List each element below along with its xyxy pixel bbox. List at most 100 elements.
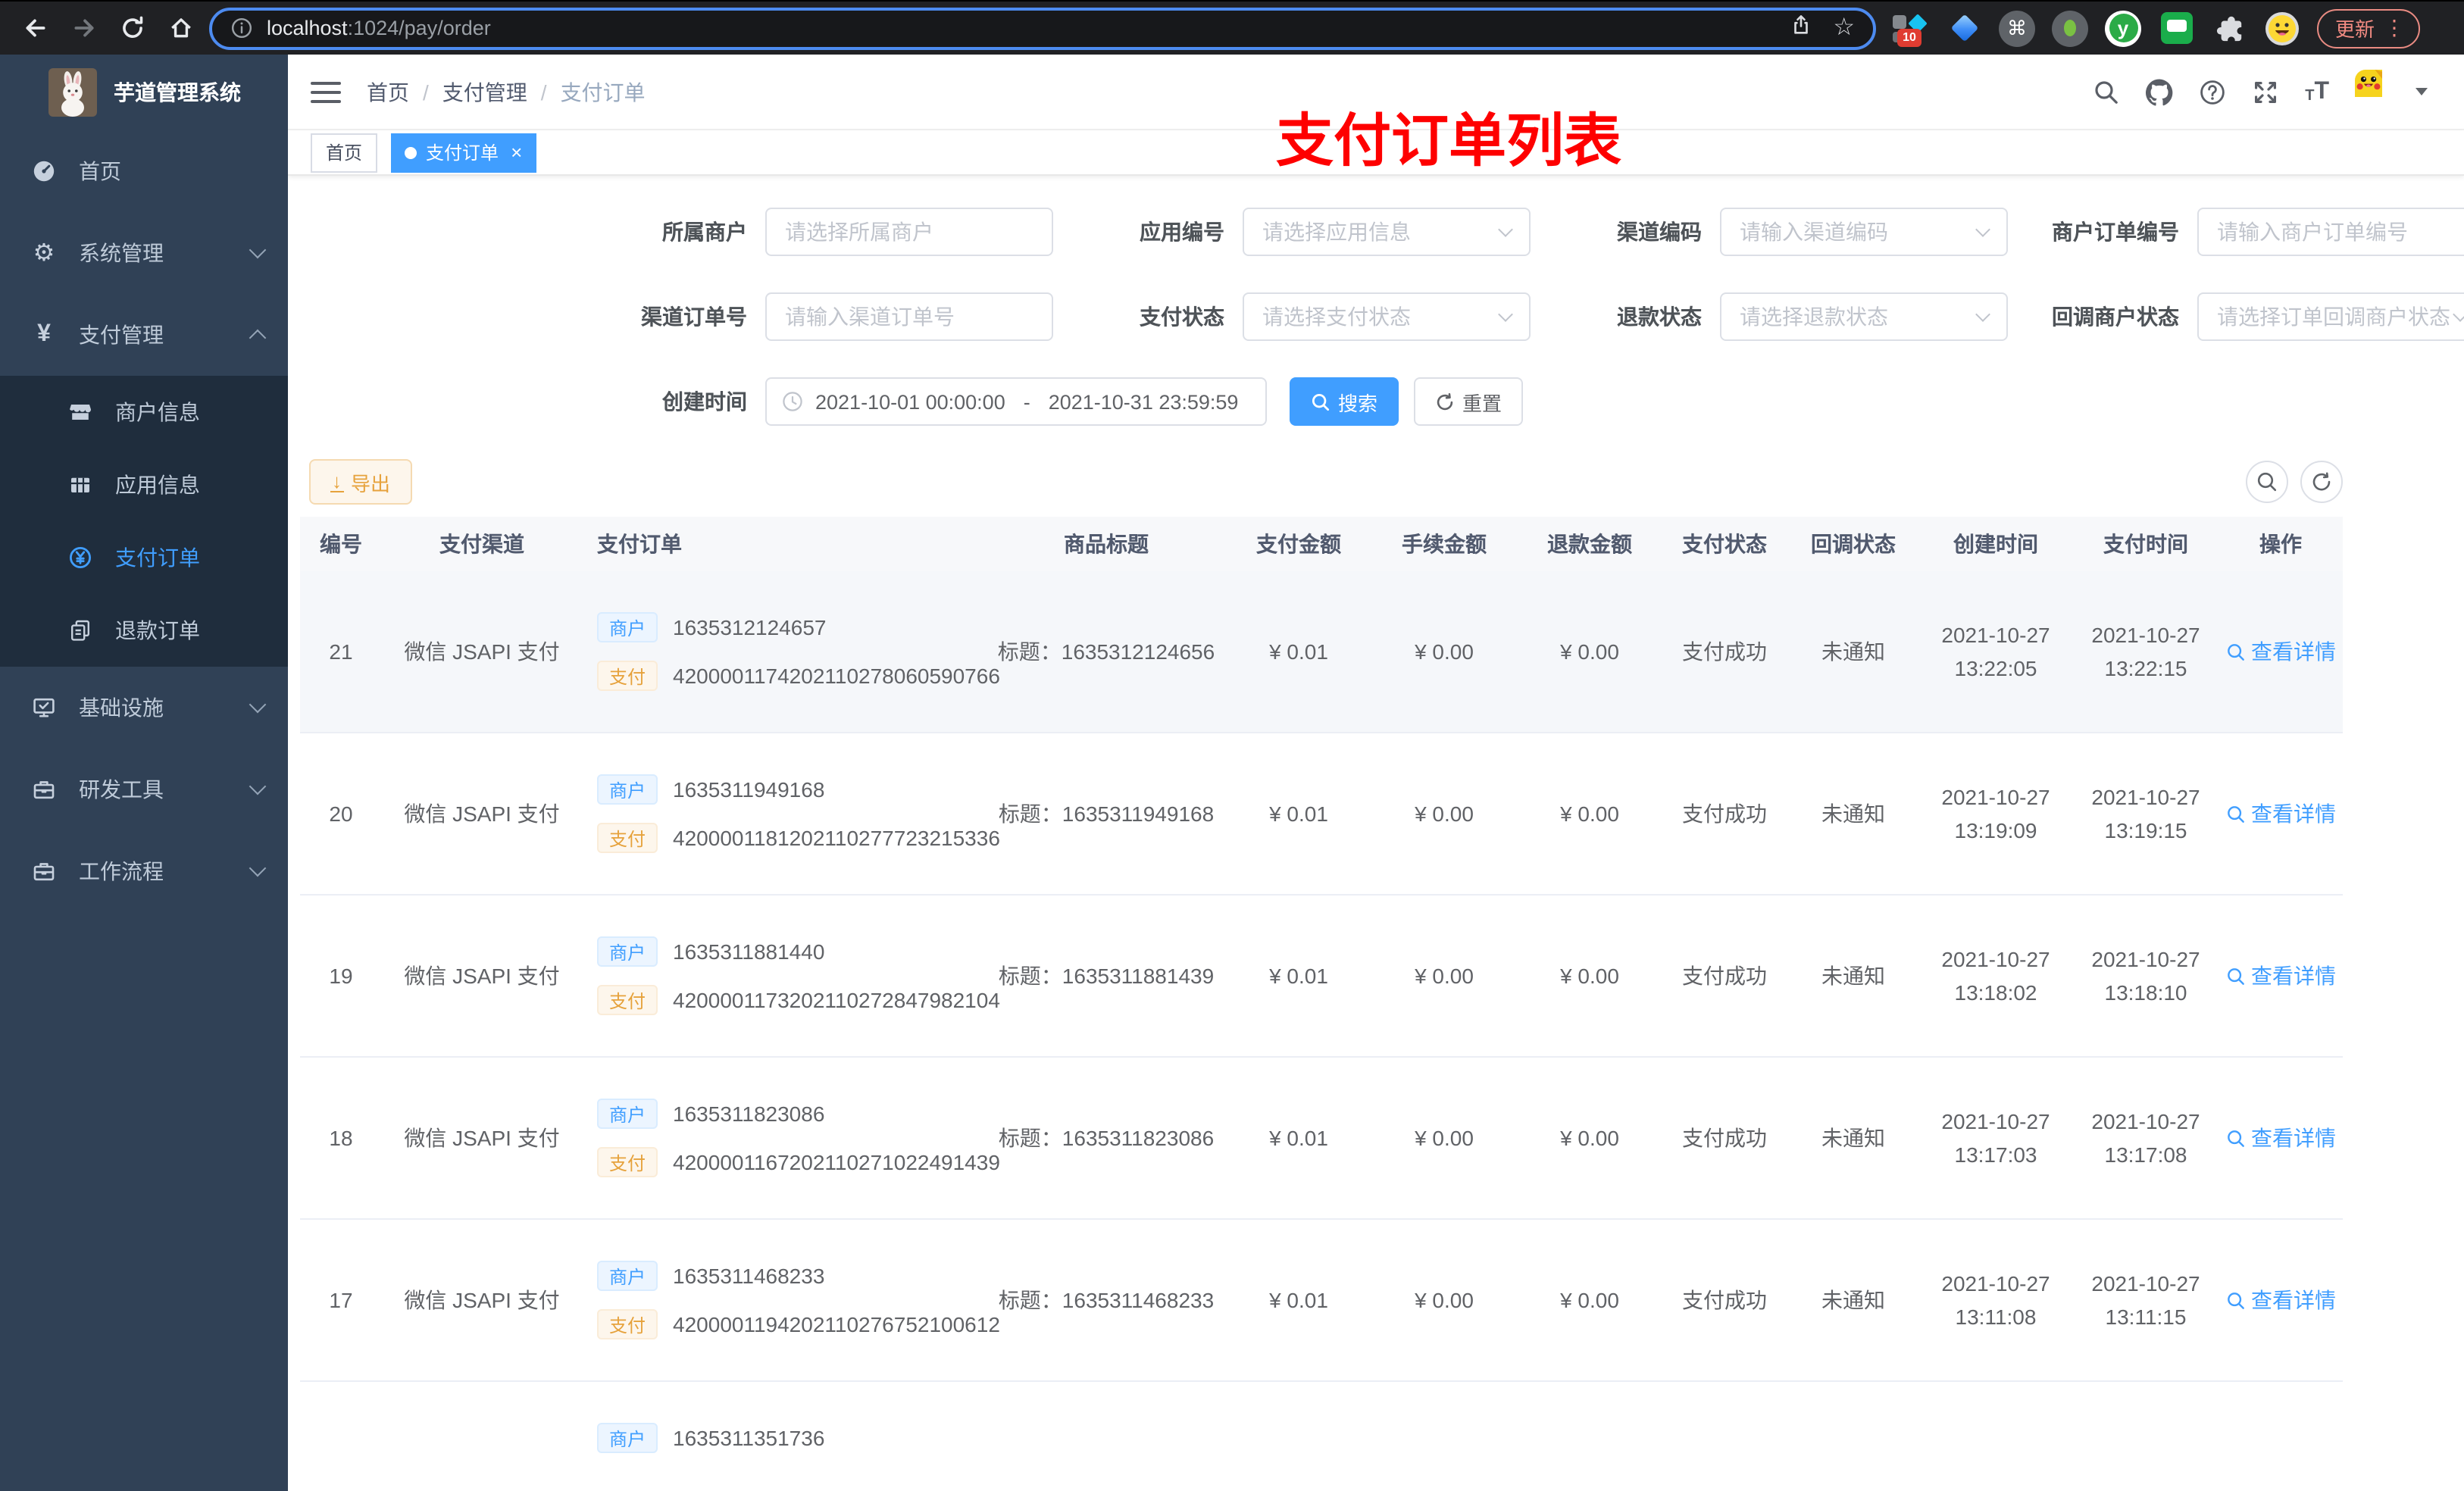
app-no-filter-label: 应用编号 (1140, 220, 1224, 244)
callback-status-select[interactable]: 请选择订单回调商户状态 (2197, 292, 2464, 341)
table-row[interactable]: 21 微信 JSAPI 支付 商户 1635312124657 支付 4200001… (300, 571, 2343, 733)
share-icon[interactable] (1789, 13, 1812, 43)
back-icon[interactable] (15, 8, 55, 48)
filter-form: 所属商户 应用编号 请选择应用信息 渠道编码 请输入渠道编码 商户订单编号 (300, 208, 2464, 426)
y-extension-icon[interactable]: y (2103, 8, 2143, 48)
close-tab-icon[interactable]: × (511, 141, 522, 164)
breadcrumb-pay[interactable]: 支付管理 (442, 77, 527, 107)
app-no-select[interactable]: 请选择应用信息 (1243, 208, 1531, 256)
view-detail-link[interactable]: 查看详情 (2225, 1123, 2336, 1153)
fullscreen-icon[interactable] (2252, 78, 2279, 105)
channel-order-no-input[interactable] (765, 292, 1053, 341)
sidebar-menu: 首页 ⚙ 系统管理 ¥ 支付管理 商户信息 应用信息 支付订单 退款订单 基础设… (0, 130, 288, 912)
create-time-range-picker[interactable]: 2021-10-01 00:00:00 - 2021-10-31 23:59:5… (765, 377, 1267, 426)
reload-icon[interactable] (112, 8, 152, 48)
table-row[interactable]: 20 微信 JSAPI 支付 商户 1635311949168 支付 4200001… (300, 733, 2343, 896)
chevron-down-icon (1498, 307, 1513, 322)
yen-circle-icon (67, 545, 94, 570)
view-detail-link[interactable]: 查看详情 (2225, 1285, 2336, 1315)
profile-avatar-icon[interactable] (2262, 8, 2302, 48)
extensions-area: 10 ⌘ y (1885, 8, 2308, 48)
sidebar-item-refund-order[interactable]: 退款订单 (0, 594, 288, 667)
yen-icon: ¥ (37, 321, 51, 347)
magnifier-icon (2227, 805, 2244, 822)
magnifier-icon (2227, 1292, 2244, 1308)
sidebar-item-infrastructure[interactable]: 基础设施 (0, 667, 288, 749)
app-title: 芋道管理系统 (114, 80, 241, 105)
merchant-filter-input[interactable] (765, 208, 1053, 256)
browser-menu-icon[interactable]: ⋮ (2384, 15, 2405, 41)
site-info-icon[interactable] (230, 17, 253, 39)
script-extension-icon[interactable]: 10 (1891, 8, 1931, 48)
command-extension-icon[interactable]: ⌘ (1997, 8, 2037, 48)
view-detail-link[interactable]: 查看详情 (2225, 961, 2336, 991)
dashboard-icon (30, 159, 58, 183)
reset-button[interactable]: 重置 (1414, 377, 1524, 426)
search-button[interactable]: 搜索 (1290, 377, 1399, 426)
address-bar[interactable]: localhost:1024/pay/order ☆ (209, 7, 1876, 49)
sidebar-item-pay[interactable]: ¥ 支付管理 (0, 294, 288, 376)
refund-status-select[interactable]: 请选择退款状态 (1720, 292, 2008, 341)
list-toolbar: ↓ 导出 (300, 459, 2343, 505)
refresh-table-icon[interactable] (2300, 461, 2343, 503)
sidebar-collapse-icon[interactable] (311, 81, 341, 102)
gem-extension-icon[interactable] (1944, 8, 1984, 48)
view-detail-link[interactable]: 查看详情 (2225, 636, 2336, 667)
search-icon[interactable] (2093, 78, 2120, 105)
download-icon: ↓ (330, 469, 343, 492)
sidebar-item-app-info[interactable]: 应用信息 (0, 449, 288, 521)
chevron-down-icon (249, 241, 267, 259)
channel-code-filter-label: 渠道编码 (1617, 220, 1702, 244)
sidebar: 芋道管理系统 首页 ⚙ 系统管理 ¥ 支付管理 商户信息 应用信息 支付订单 退… (0, 55, 288, 1491)
monitor-icon (30, 695, 58, 720)
extensions-puzzle-icon[interactable] (2209, 8, 2249, 48)
help-icon[interactable] (2199, 78, 2226, 105)
pay-status-select[interactable]: 请选择支付状态 (1243, 292, 1531, 341)
merchant-order-no-input[interactable] (2197, 208, 2464, 256)
avatar-caret-icon[interactable] (2416, 88, 2428, 95)
tab-home[interactable]: 首页 (311, 133, 378, 172)
sidebar-item-merchant-info[interactable]: 商户信息 (0, 376, 288, 449)
pay-status-filter-label: 支付状态 (1140, 305, 1224, 329)
pay-tag: 支付 (597, 1309, 658, 1339)
extension-badge: 10 (1897, 28, 1921, 46)
breadcrumb-current: 支付订单 (560, 80, 646, 104)
table-row[interactable]: 17 微信 JSAPI 支付 商户 1635311468233 支付 4200001… (300, 1220, 2343, 1382)
view-detail-link[interactable]: 查看详情 (2225, 799, 2336, 829)
merchant-tag: 商户 (597, 1423, 658, 1453)
table-row[interactable]: 19 微信 JSAPI 支付 商户 1635311881440 支付 4200001… (300, 896, 2343, 1058)
show-search-toggle-icon[interactable] (2246, 461, 2288, 503)
callback-status-filter-label: 回调商户状态 (2052, 305, 2179, 329)
github-icon[interactable] (2146, 78, 2173, 105)
sidebar-item-system[interactable]: ⚙ 系统管理 (0, 212, 288, 294)
browser-update-button[interactable]: 更新 ⋮ (2317, 8, 2421, 48)
table-row[interactable]: 商户 1635311351736 (300, 1382, 2343, 1491)
refresh-icon (1437, 392, 1453, 410)
browser-toolbar: localhost:1024/pay/order ☆ 10 ⌘ y 更新 ⋮ (0, 0, 2464, 55)
sidebar-item-devtools[interactable]: 研发工具 (0, 749, 288, 830)
orders-table: 编号 支付渠道 支付订单 商品标题 支付金额 手续金额 退款金额 支付状态 回调… (300, 517, 2343, 1491)
sidebar-item-home[interactable]: 首页 (0, 130, 288, 212)
channel-code-select[interactable]: 请输入渠道编码 (1720, 208, 2008, 256)
user-avatar[interactable] (2355, 69, 2400, 114)
chat-extension-icon[interactable] (2156, 8, 2196, 48)
sidebar-item-pay-order[interactable]: 支付订单 (0, 521, 288, 594)
chevron-up-icon (249, 329, 267, 347)
create-time-filter-label: 创建时间 (662, 389, 747, 414)
export-button[interactable]: ↓ 导出 (309, 459, 412, 505)
pay-tag: 支付 (597, 985, 658, 1015)
bookmark-star-icon[interactable]: ☆ (1833, 15, 1855, 40)
refund-status-filter-label: 退款状态 (1617, 305, 1702, 329)
sidebar-item-workflow[interactable]: 工作流程 (0, 830, 288, 912)
home-icon[interactable] (161, 8, 200, 48)
tab-pay-order[interactable]: 支付订单 × (391, 133, 536, 172)
app-logo[interactable]: 芋道管理系统 (0, 55, 288, 130)
store-icon (67, 400, 94, 424)
table-row[interactable]: 18 微信 JSAPI 支付 商户 1635311823086 支付 4200001… (300, 1058, 2343, 1220)
breadcrumb-home[interactable]: 首页 (367, 77, 409, 107)
font-size-icon[interactable]: TT (2305, 79, 2329, 104)
chevron-down-icon (1975, 222, 1990, 237)
date-end: 2021-10-31 23:59:59 (1048, 390, 1239, 413)
forward-icon[interactable] (64, 8, 103, 48)
recorder-extension-icon[interactable] (2050, 8, 2090, 48)
